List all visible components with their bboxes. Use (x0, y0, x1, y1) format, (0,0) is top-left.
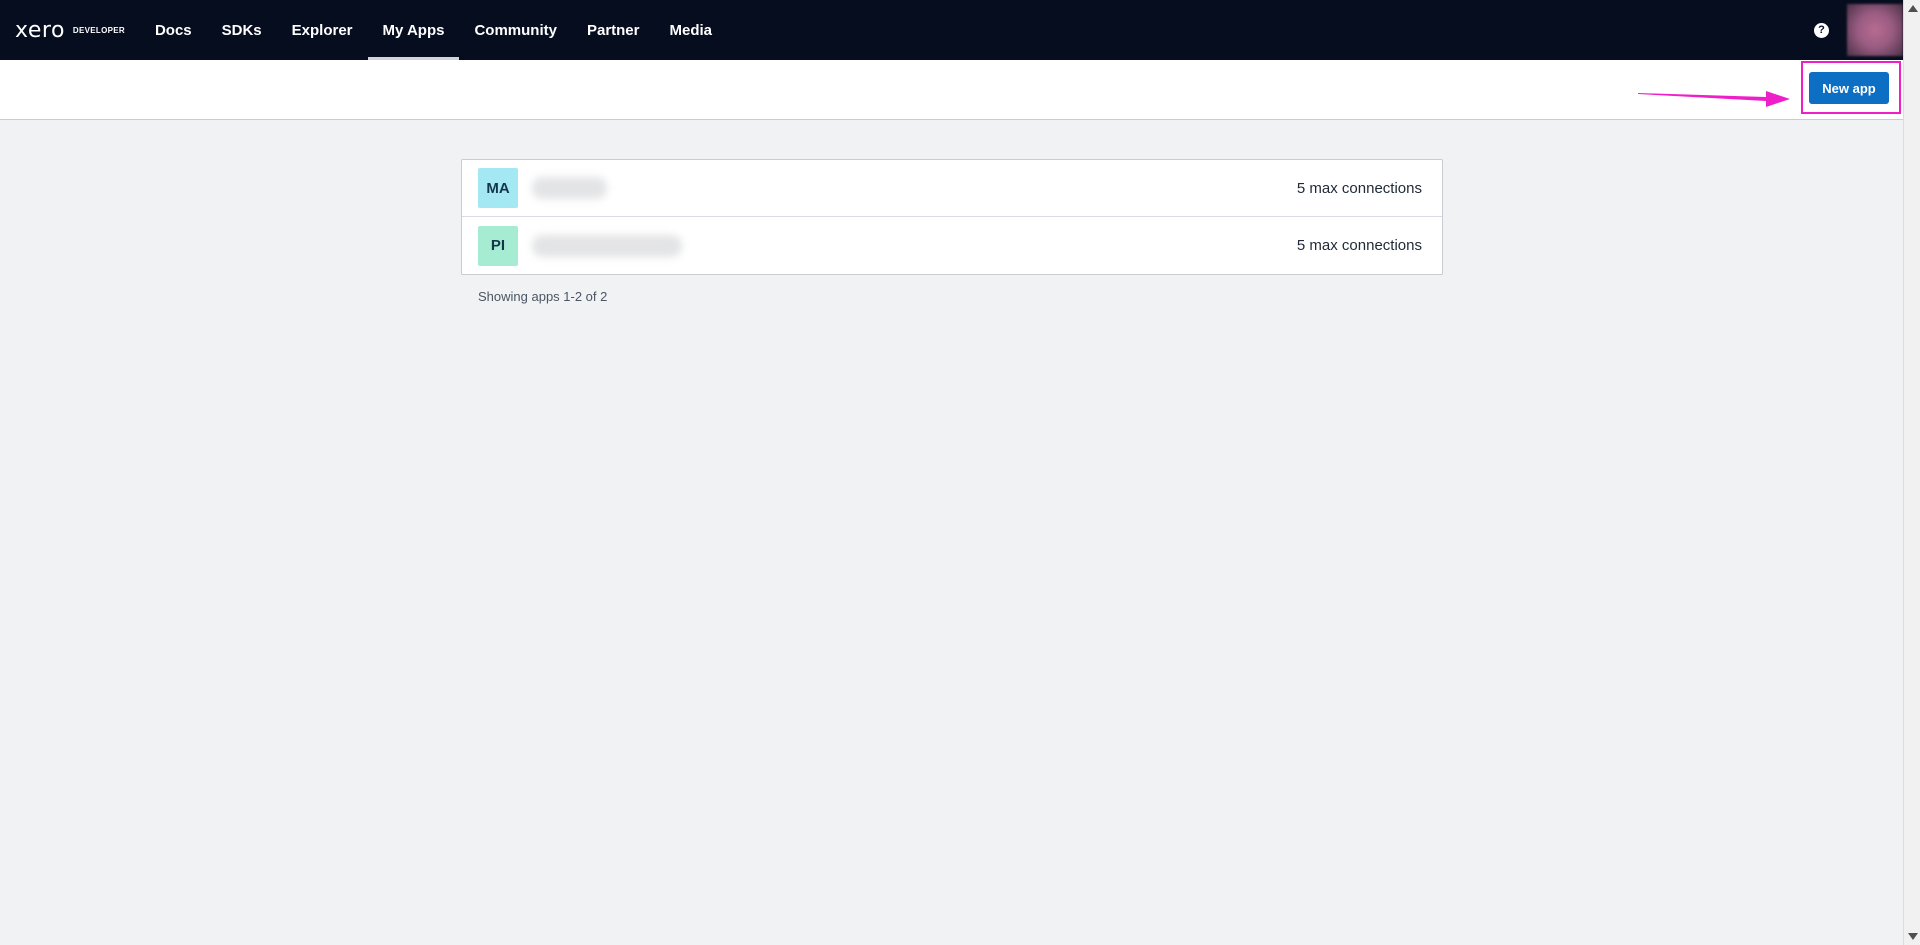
nav-my-apps[interactable]: My Apps (367, 0, 460, 60)
scroll-up-icon[interactable] (1908, 5, 1918, 12)
nav-explorer[interactable]: Explorer (277, 0, 368, 60)
apps-toolbar: New app (0, 60, 1903, 120)
app-name-redacted (532, 234, 682, 257)
nav-partner[interactable]: Partner (572, 0, 655, 60)
nav-right-group: ? (1814, 0, 1903, 60)
new-app-button[interactable]: New app (1809, 72, 1889, 104)
app-connections: 5 max connections (1296, 179, 1422, 197)
nav-community[interactable]: Community (459, 0, 572, 60)
help-icon[interactable]: ? (1814, 22, 1829, 38)
app-row[interactable]: PI 5 max connections (462, 217, 1442, 274)
user-avatar[interactable] (1847, 4, 1903, 56)
logo-wordmark: xero (15, 17, 65, 43)
app-connections: 5 max connections (1296, 237, 1422, 254)
vertical-scrollbar[interactable] (1903, 0, 1920, 945)
nav-docs[interactable]: Docs (140, 0, 207, 60)
app-row[interactable]: MA 5 max connections (462, 160, 1442, 217)
app-initials-badge: MA (478, 168, 518, 208)
top-navigation-bar: xero DEVELOPER Docs SDKs Explorer My App… (0, 0, 1903, 60)
nav-sdks[interactable]: SDKs (207, 0, 277, 60)
pagination-summary: Showing apps 1-2 of 2 (478, 289, 608, 304)
app-name-redacted (532, 177, 607, 199)
nav-media[interactable]: Media (655, 0, 728, 60)
scroll-down-icon[interactable] (1908, 933, 1918, 940)
app-initials-badge: PI (478, 225, 518, 266)
arrow-annotation-icon (1638, 91, 1790, 107)
logo-subtitle: DEVELOPER (72, 25, 125, 35)
apps-list: MA 5 max connections PI 5 max connection… (461, 159, 1443, 275)
xero-developer-logo[interactable]: xero DEVELOPER (15, 18, 125, 43)
